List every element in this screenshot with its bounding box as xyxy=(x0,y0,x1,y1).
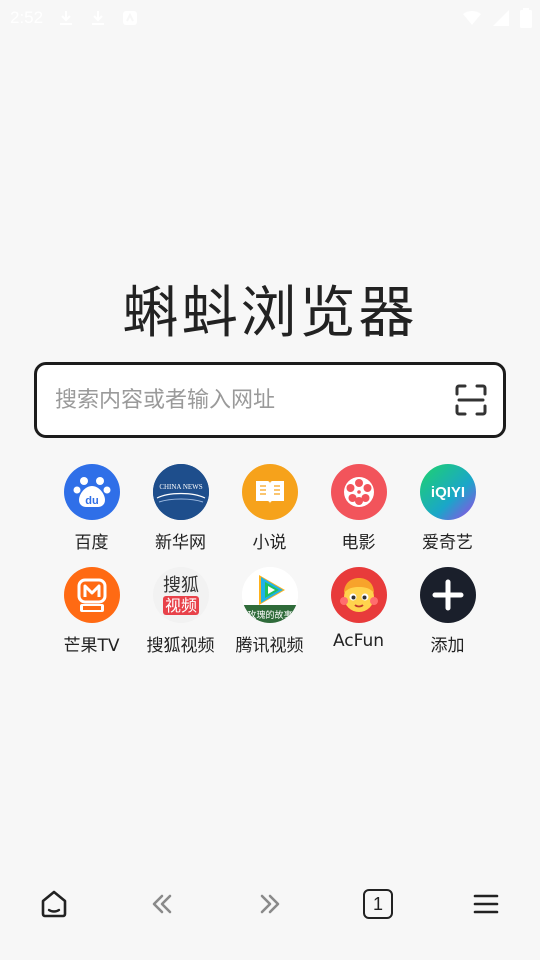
iqiyi-icon-text: iQIYI xyxy=(430,484,464,501)
shortcut-add[interactable]: 添加 xyxy=(403,567,492,656)
download-icon xyxy=(92,11,105,25)
menu-icon xyxy=(473,894,499,914)
iqiyi-icon: iQIYI xyxy=(419,464,476,520)
tencent-video-icon: 玫瑰的故事 xyxy=(241,567,298,623)
book-icon xyxy=(241,464,298,520)
shortcut-sohu-video[interactable]: 搜狐 视频 搜狐视频 xyxy=(136,567,225,656)
sohu-video-icon: 搜狐 视频 xyxy=(152,567,209,623)
forward-button[interactable] xyxy=(240,874,300,934)
back-icon xyxy=(152,894,172,914)
svg-text:du: du xyxy=(85,495,98,507)
back-button[interactable] xyxy=(132,874,192,934)
shortcut-iqiyi[interactable]: iQIYI 爱奇艺 xyxy=(403,464,492,553)
tabs-button[interactable]: 1 xyxy=(348,874,408,934)
svg-text:玫瑰的故事: 玫瑰的故事 xyxy=(247,609,292,621)
bottom-nav: 1 xyxy=(0,868,540,940)
wifi-icon xyxy=(463,11,481,25)
notification-icon xyxy=(123,11,138,25)
plus-icon xyxy=(419,567,476,623)
tab-count: 1 xyxy=(372,893,383,914)
home-button[interactable] xyxy=(24,874,84,934)
shortcut-tencent-video[interactable]: 玫瑰的故事 腾讯视频 xyxy=(225,567,314,656)
menu-button[interactable] xyxy=(456,874,516,934)
tabs-icon: 1 xyxy=(363,889,393,919)
search-box[interactable] xyxy=(34,362,506,438)
forward-icon xyxy=(260,894,280,914)
shortcut-label: 小说 xyxy=(252,533,287,553)
svg-text:视频: 视频 xyxy=(164,596,196,615)
shortcut-grid: du 百度 CHINA NEWS 新华网 小说 电影 iQIYI 爱奇艺 芒果T… xyxy=(47,464,493,656)
shortcut-movie[interactable]: 电影 xyxy=(314,464,403,553)
shortcut-label: 新华网 xyxy=(155,533,206,553)
status-time: 2:52 xyxy=(10,8,44,27)
shortcut-label: 添加 xyxy=(430,636,465,656)
shortcut-label: AcFun xyxy=(332,631,385,651)
shortcut-label: 电影 xyxy=(341,533,376,553)
download-icon xyxy=(60,11,73,25)
signal-icon xyxy=(493,10,509,26)
shortcut-acfun[interactable]: AcFun xyxy=(314,567,403,656)
baidu-icon: du xyxy=(63,464,120,520)
xinhua-icon-text: CHINA NEWS xyxy=(159,483,202,491)
shortcut-label: 搜狐视频 xyxy=(146,636,215,656)
status-bar-right xyxy=(462,8,532,28)
shortcut-baidu[interactable]: du 百度 xyxy=(47,464,136,553)
acfun-icon xyxy=(330,567,387,623)
xinhua-icon: CHINA NEWS xyxy=(152,464,209,520)
shortcut-label: 芒果TV xyxy=(63,636,120,656)
shortcut-label: 百度 xyxy=(74,533,109,553)
status-bar: 2:52 xyxy=(0,0,540,36)
search-input[interactable] xyxy=(53,386,453,414)
mango-tv-icon xyxy=(63,567,120,623)
status-bar-left: 2:52 xyxy=(10,8,139,28)
home-icon xyxy=(41,890,67,918)
shortcut-label: 腾讯视频 xyxy=(235,636,304,656)
shortcut-label: 爱奇艺 xyxy=(422,533,473,553)
shortcut-mango-tv[interactable]: 芒果TV xyxy=(47,567,136,656)
scan-icon[interactable] xyxy=(453,382,489,418)
app-title: 蝌蚪浏览器 xyxy=(122,281,418,346)
shortcut-xinhua[interactable]: CHINA NEWS 新华网 xyxy=(136,464,225,553)
battery-icon xyxy=(520,8,532,28)
shortcut-novel[interactable]: 小说 xyxy=(225,464,314,553)
svg-text:搜狐: 搜狐 xyxy=(163,575,199,596)
film-reel-icon xyxy=(330,464,387,520)
